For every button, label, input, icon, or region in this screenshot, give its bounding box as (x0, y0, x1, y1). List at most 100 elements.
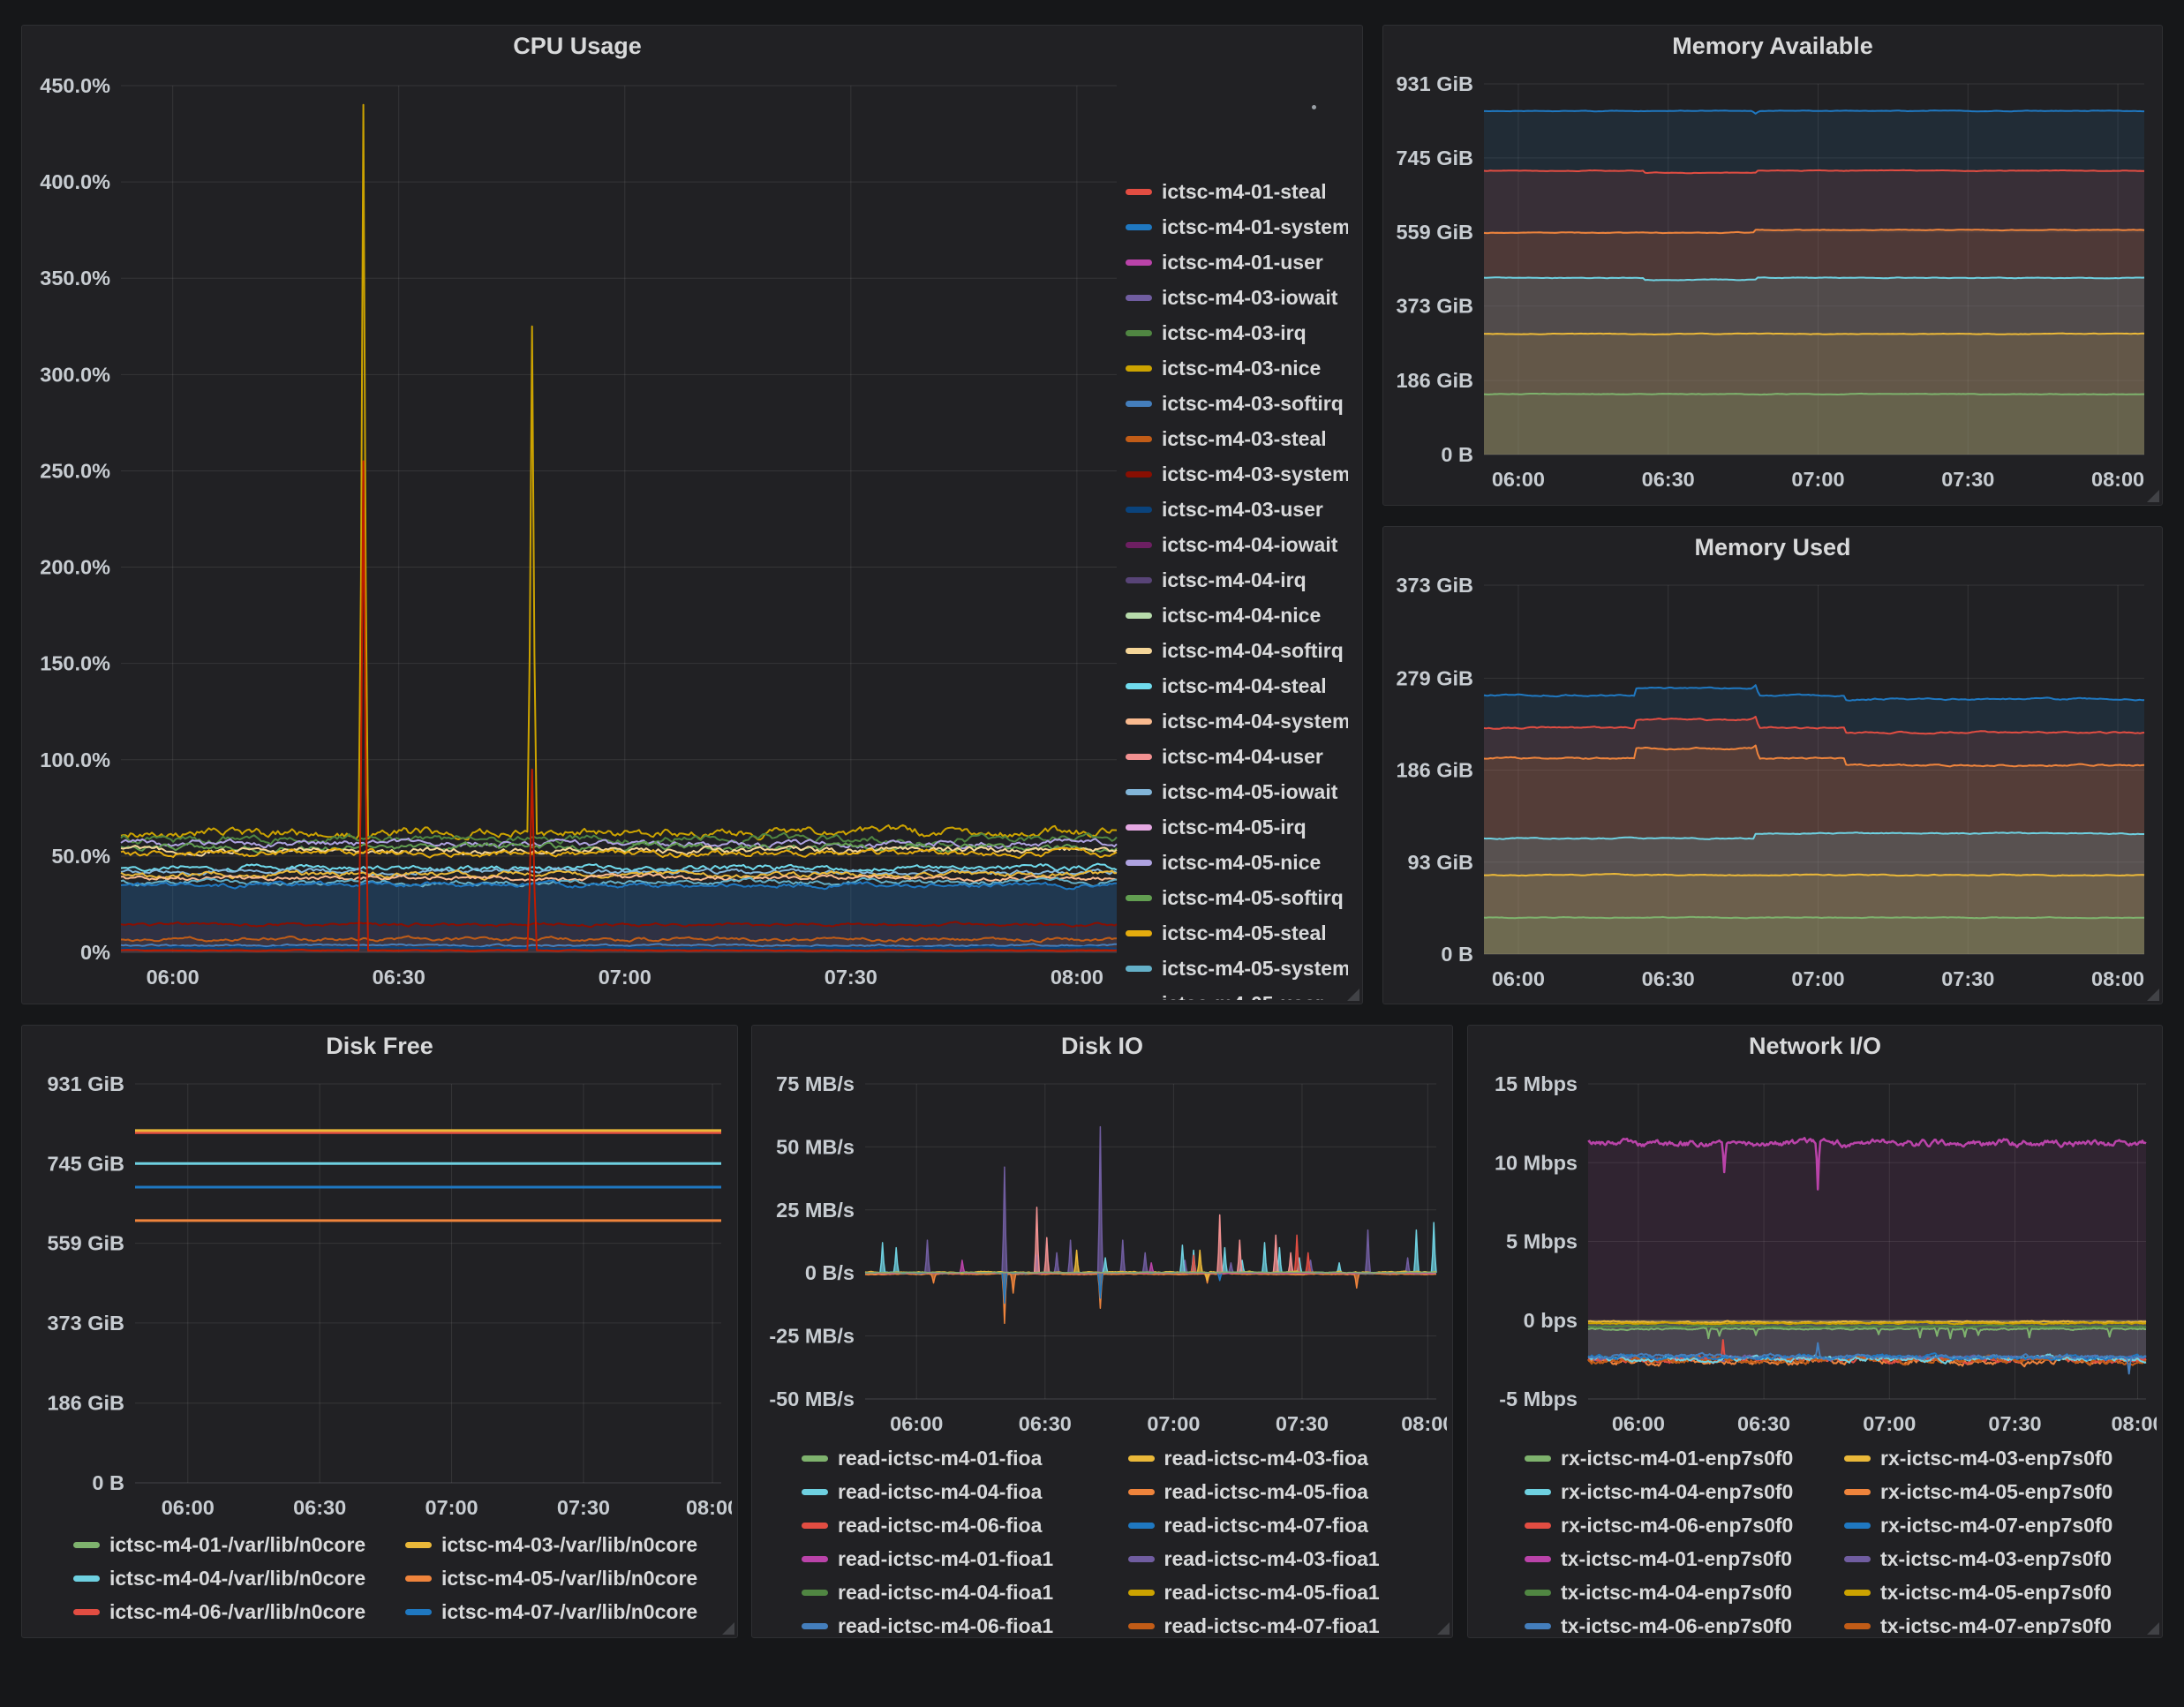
svg-text:931 GiB: 931 GiB (1396, 72, 1473, 95)
legend-item[interactable]: ictsc-m4-04-/var/lib/n0core (73, 1568, 398, 1589)
legend-item[interactable]: rx-ictsc-m4-01-enp7s0f0 (1525, 1448, 1837, 1469)
legend-item-label: read-ictsc-m4-07-fioa (1164, 1514, 1368, 1538)
legend-item[interactable]: read-ictsc-m4-01-fioa1 (802, 1548, 1121, 1569)
legend-item[interactable]: ictsc-m4-01-/var/lib/n0core (73, 1534, 398, 1555)
legend-item[interactable]: ictsc-m4-05-nice (1126, 845, 1348, 880)
legend-item[interactable]: tx-ictsc-m4-05-enp7s0f0 (1844, 1582, 2157, 1603)
legend-item[interactable]: tx-ictsc-m4-07-enp7s0f0 (1844, 1615, 2157, 1635)
legend-item[interactable]: ictsc-m4-03-irq (1126, 315, 1348, 350)
series-color-swatch (1844, 1623, 1871, 1629)
legend-item-label: ictsc-m4-03-system (1162, 462, 1348, 486)
legend-item[interactable]: tx-ictsc-m4-06-enp7s0f0 (1525, 1615, 1837, 1635)
legend-item[interactable]: ictsc-m4-06-/var/lib/n0core (73, 1601, 398, 1622)
svg-text:279 GiB: 279 GiB (1396, 666, 1473, 689)
panel-resize-handle[interactable] (2147, 989, 2159, 1001)
legend-item[interactable]: read-ictsc-m4-07-fioa1 (1128, 1615, 1448, 1635)
series-color-swatch (73, 1609, 100, 1615)
svg-text:06:00: 06:00 (162, 1496, 215, 1519)
legend-item-label: ictsc-m4-01-/var/lib/n0core (109, 1534, 365, 1557)
cpu-usage-chart[interactable]: 450.0%400.0%350.0%300.0%250.0%200.0%150.… (29, 68, 1127, 995)
panel-resize-handle[interactable] (1437, 1622, 1450, 1635)
legend-item[interactable]: ictsc-m4-01-system (1126, 209, 1348, 244)
legend-item[interactable]: ictsc-m4-03-steal (1126, 421, 1348, 456)
legend-item[interactable]: rx-ictsc-m4-06-enp7s0f0 (1525, 1515, 1837, 1536)
legend-item[interactable]: read-ictsc-m4-03-fioa1 (1128, 1548, 1448, 1569)
legend-item[interactable]: ictsc-m4-01-steal (1126, 174, 1348, 209)
legend-item[interactable]: ictsc-m4-04-irq (1126, 562, 1348, 598)
panel-disk-io: Disk IO 75 MB/s50 MB/s25 MB/s0 B/s-25 MB… (751, 1025, 1453, 1638)
series-color-swatch (1126, 542, 1152, 548)
legend-item[interactable]: rx-ictsc-m4-05-enp7s0f0 (1844, 1481, 2157, 1502)
legend-item[interactable]: read-ictsc-m4-07-fioa (1128, 1515, 1448, 1536)
disk-io-chart[interactable]: 75 MB/s50 MB/s25 MB/s0 B/s-25 MB/s-50 MB… (757, 1066, 1447, 1441)
series-color-swatch (73, 1542, 100, 1548)
legend-item[interactable]: ictsc-m4-07-/var/lib/n0core (405, 1601, 730, 1622)
legend-item[interactable]: rx-ictsc-m4-03-enp7s0f0 (1844, 1448, 2157, 1469)
panel-disk-free: Disk Free 931 GiB745 GiB559 GiB373 GiB18… (21, 1025, 738, 1638)
legend-item[interactable]: read-ictsc-m4-05-fioa (1128, 1481, 1448, 1502)
legend-item[interactable]: ictsc-m4-04-iowait (1126, 527, 1348, 562)
panel-title-memory-used[interactable]: Memory Used (1383, 534, 2162, 561)
panel-resize-handle[interactable] (2147, 490, 2159, 502)
legend-item-label: ictsc-m4-04-user (1162, 745, 1323, 769)
panel-title-network-io[interactable]: Network I/O (1468, 1033, 2162, 1060)
legend-item[interactable]: rx-ictsc-m4-04-enp7s0f0 (1525, 1481, 1837, 1502)
legend-item[interactable]: read-ictsc-m4-06-fioa (802, 1515, 1121, 1536)
legend-item[interactable]: tx-ictsc-m4-04-enp7s0f0 (1525, 1582, 1837, 1603)
panel-resize-handle[interactable] (2147, 1622, 2159, 1635)
legend-item[interactable]: ictsc-m4-03-iowait (1126, 280, 1348, 315)
legend-item[interactable]: ictsc-m4-05-irq (1126, 809, 1348, 845)
svg-text:373 GiB: 373 GiB (1396, 574, 1473, 597)
legend-item[interactable]: tx-ictsc-m4-03-enp7s0f0 (1844, 1548, 2157, 1569)
legend-item[interactable]: ictsc-m4-05-iowait (1126, 774, 1348, 809)
legend-item[interactable]: ictsc-m4-04-system (1126, 703, 1348, 739)
series-color-swatch (1128, 1556, 1155, 1562)
legend-item[interactable]: ictsc-m4-05-steal (1126, 915, 1348, 951)
legend-item[interactable]: ictsc-m4-03-nice (1126, 350, 1348, 386)
series-color-swatch (1126, 577, 1152, 583)
legend-item[interactable]: ictsc-m4-05-/var/lib/n0core (405, 1568, 730, 1589)
svg-text:400.0%: 400.0% (40, 170, 110, 193)
network-io-chart[interactable]: 15 Mbps10 Mbps5 Mbps0 bps-5 Mbps06:0006:… (1473, 1066, 2157, 1441)
legend-item[interactable]: ictsc-m4-04-steal (1126, 668, 1348, 703)
legend-item[interactable]: ictsc-m4-03-/var/lib/n0core (405, 1534, 730, 1555)
legend-item[interactable]: ictsc-m4-04-nice (1126, 598, 1348, 633)
legend-item[interactable]: ictsc-m4-05-system (1126, 951, 1348, 986)
series-color-swatch (1126, 224, 1152, 230)
panel-title-disk-free[interactable]: Disk Free (22, 1033, 737, 1060)
legend-item[interactable]: read-ictsc-m4-01-fioa (802, 1448, 1121, 1469)
legend-item-label: read-ictsc-m4-06-fioa1 (838, 1614, 1053, 1636)
legend-item[interactable]: ictsc-m4-04-user (1126, 739, 1348, 774)
legend-item-label: tx-ictsc-m4-04-enp7s0f0 (1561, 1581, 1792, 1605)
series-color-swatch (405, 1609, 432, 1615)
legend-item[interactable]: ictsc-m4-01-user (1126, 244, 1348, 280)
legend-item[interactable]: rx-ictsc-m4-07-enp7s0f0 (1844, 1515, 2157, 1536)
legend-item-label: ictsc-m4-05-iowait (1162, 780, 1337, 804)
legend-item[interactable]: read-ictsc-m4-05-fioa1 (1128, 1582, 1448, 1603)
legend-item[interactable]: ictsc-m4-05-user (1126, 986, 1348, 1000)
disk-free-chart[interactable]: 931 GiB745 GiB559 GiB373 GiB186 GiB0 B06… (27, 1066, 732, 1525)
panel-title-disk-io[interactable]: Disk IO (752, 1033, 1452, 1060)
legend-item[interactable]: ictsc-m4-03-system (1126, 456, 1348, 492)
panel-title-memory-available[interactable]: Memory Available (1383, 33, 2162, 60)
svg-text:0 B: 0 B (1441, 443, 1473, 466)
panel-resize-handle[interactable] (1347, 989, 1359, 1001)
panel-resize-handle[interactable] (722, 1622, 734, 1635)
legend-item[interactable]: ictsc-m4-04-softirq (1126, 633, 1348, 668)
legend-item-label: ictsc-m4-04-nice (1162, 604, 1321, 628)
legend-item[interactable]: ictsc-m4-03-softirq (1126, 386, 1348, 421)
series-color-swatch (1525, 1556, 1551, 1562)
legend-item-label: read-ictsc-m4-05-fioa (1164, 1480, 1368, 1504)
panel-title-cpu-usage[interactable]: CPU Usage (22, 33, 1133, 60)
legend-item[interactable]: read-ictsc-m4-06-fioa1 (802, 1615, 1121, 1635)
memory-used-chart[interactable]: 373 GiB279 GiB186 GiB93 GiB0 B06:0006:30… (1390, 568, 2155, 996)
legend-item[interactable]: tx-ictsc-m4-01-enp7s0f0 (1525, 1548, 1837, 1569)
legend-item-label: ictsc-m4-04-softirq (1162, 639, 1344, 663)
legend-item[interactable]: ictsc-m4-05-softirq (1126, 880, 1348, 915)
legend-item[interactable]: ictsc-m4-03-user (1126, 492, 1348, 527)
legend-item[interactable]: read-ictsc-m4-04-fioa1 (802, 1582, 1121, 1603)
legend-item[interactable]: read-ictsc-m4-03-fioa (1128, 1448, 1448, 1469)
legend-item[interactable]: read-ictsc-m4-04-fioa (802, 1481, 1121, 1502)
series-color-swatch (1126, 295, 1152, 301)
memory-available-chart[interactable]: 931 GiB745 GiB559 GiB373 GiB186 GiB0 B06… (1390, 66, 2155, 497)
